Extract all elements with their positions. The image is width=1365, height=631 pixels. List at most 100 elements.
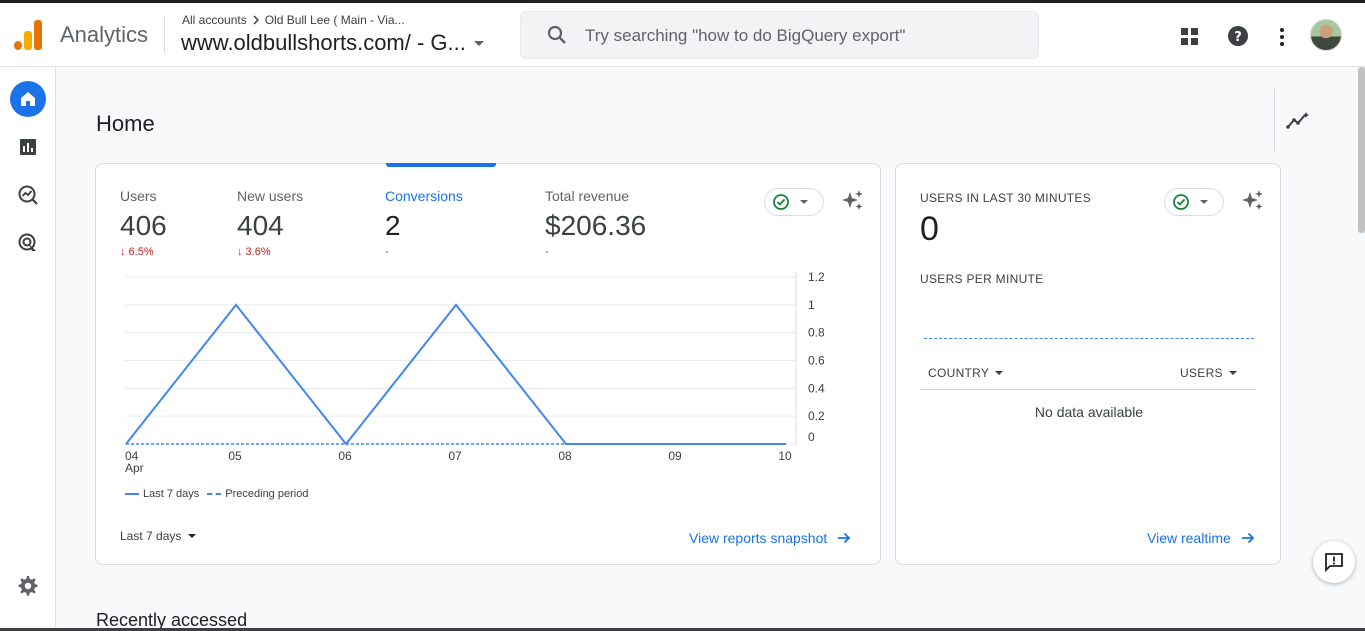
sparkle-icon[interactable] <box>841 189 865 213</box>
legend-last-7-days: Last 7 days <box>143 488 200 500</box>
realtime-title: USERS IN LAST 30 MINUTES <box>920 191 1092 205</box>
account-avatar[interactable] <box>1310 19 1342 51</box>
caret-down-icon <box>188 534 197 538</box>
x-tick-label: 07 <box>448 449 462 463</box>
explore-icon <box>18 185 38 205</box>
users-line-chart[interactable]: 1.210.80.60.40.2004Apr05 06 07 08 09 10 <box>96 264 882 484</box>
divider <box>164 17 165 53</box>
view-reports-snapshot-link[interactable]: View reports snapshot <box>689 530 851 546</box>
column-country[interactable]: COUNTRY <box>928 366 1004 380</box>
link-label: View realtime <box>1147 530 1231 546</box>
view-realtime-link[interactable]: View realtime <box>1147 530 1255 546</box>
metric-value: $206.36 <box>545 210 647 241</box>
realtime-table-header: COUNTRY USERS <box>920 354 1256 390</box>
nav-explore[interactable] <box>10 177 46 213</box>
series-line-last-7-days <box>125 303 786 446</box>
active-tab-indicator <box>386 163 496 167</box>
users-per-minute-label: USERS PER MINUTE <box>920 272 1044 286</box>
check-circle-icon <box>773 194 789 210</box>
nav-advertising[interactable] <box>10 225 46 261</box>
metric-total-revenue[interactable]: Total revenue $206.36 - <box>545 188 646 258</box>
x-tick-sublabel: Apr <box>125 461 144 475</box>
y-tick-label: 0.6 <box>808 354 825 368</box>
metric-delta: ↓ 6.5% <box>120 246 154 258</box>
home-icon <box>21 92 35 106</box>
admin-settings[interactable] <box>17 575 39 602</box>
search-icon <box>547 25 566 44</box>
metric-new-users[interactable]: New users 404 ↓ 3.6% <box>237 188 303 258</box>
legend-preceding-period: Preceding period <box>225 488 309 500</box>
breadcrumb-root[interactable]: All accounts <box>182 13 247 27</box>
bar-chart-icon <box>20 139 36 155</box>
x-tick-label: 05 <box>228 449 242 463</box>
property-selector[interactable]: www.oldbullshorts.com/ - G... <box>181 30 484 56</box>
arrow-right-icon <box>838 532 851 544</box>
advertising-icon <box>18 233 36 251</box>
left-nav <box>0 67 56 631</box>
y-tick-label: 0 <box>808 430 815 444</box>
metric-label: Users <box>120 188 157 204</box>
y-tick-label: 1 <box>808 298 815 312</box>
legend-swatch-dashed <box>207 493 222 495</box>
top-app-bar: Analytics All accounts Old Bull Lee ( Ma… <box>0 0 1365 67</box>
caret-down-icon <box>1228 371 1237 375</box>
help-icon[interactable]: ? <box>1227 25 1249 47</box>
nav-reports[interactable] <box>10 129 46 165</box>
page-scrollbar[interactable] <box>1358 67 1365 233</box>
chevron-right-icon <box>253 15 259 25</box>
caret-down-icon <box>800 200 808 204</box>
caret-down-icon <box>1200 200 1208 204</box>
search-bar[interactable]: Try searching "how to do BigQuery export… <box>520 11 1039 59</box>
realtime-card: USERS IN LAST 30 MINUTES 0 USERS PER MIN… <box>895 163 1281 565</box>
caret-down-icon <box>995 371 1004 375</box>
metric-delta: - <box>385 246 389 258</box>
metric-label: New users <box>237 188 304 204</box>
metric-value: 2 <box>385 210 401 241</box>
y-tick-label: 0.4 <box>808 381 825 395</box>
page-title: Home <box>96 111 155 136</box>
x-tick-label: 10 <box>778 449 792 463</box>
more-vert-icon[interactable] <box>1278 27 1286 47</box>
y-tick-label: 1.2 <box>808 270 825 284</box>
data-quality-button[interactable] <box>764 188 824 216</box>
insights-icon[interactable] <box>1286 111 1310 131</box>
metric-label: Conversions <box>385 188 463 204</box>
metric-delta: ↓ 3.6% <box>237 246 271 258</box>
link-label: View reports snapshot <box>689 530 828 546</box>
x-tick-label: 09 <box>668 449 682 463</box>
y-tick-label: 0.2 <box>808 409 825 423</box>
gear-icon <box>18 576 38 596</box>
metric-conversions[interactable]: Conversions 2 - <box>385 188 463 258</box>
sparkle-icon[interactable] <box>1241 189 1265 213</box>
breadcrumb-account[interactable]: Old Bull Lee ( Main - Via... <box>265 13 405 27</box>
users-per-minute-sparkline <box>924 338 1254 339</box>
feedback-icon <box>1325 553 1343 572</box>
analytics-logo-icon[interactable] <box>14 20 42 50</box>
search-input[interactable]: Try searching "how to do BigQuery export… <box>585 26 905 46</box>
nav-home[interactable] <box>10 81 46 117</box>
metric-users[interactable]: Users 406 ↓ 6.5% <box>120 188 167 258</box>
column-label: USERS <box>1180 366 1223 380</box>
realtime-value: 0 <box>920 210 939 248</box>
check-circle-icon <box>1173 194 1189 210</box>
property-name[interactable]: www.oldbullshorts.com/ - G... <box>181 30 466 56</box>
metric-delta: - <box>545 246 549 258</box>
insights-divider <box>1274 88 1275 153</box>
breadcrumb[interactable]: All accounts Old Bull Lee ( Main - Via..… <box>182 13 405 27</box>
app-name[interactable]: Analytics <box>60 22 148 48</box>
metric-value: 404 <box>237 210 284 241</box>
data-quality-button[interactable] <box>1164 188 1224 216</box>
metric-value: 406 <box>120 210 167 241</box>
x-tick-label: 08 <box>558 449 572 463</box>
x-tick-label: 06 <box>338 449 352 463</box>
apps-grid-icon[interactable] <box>1180 27 1200 47</box>
empty-state: No data available <box>1034 404 1144 420</box>
column-users[interactable]: USERS <box>1180 366 1237 380</box>
arrow-right-icon <box>1241 532 1255 544</box>
column-label: COUNTRY <box>928 366 990 380</box>
date-range-selector[interactable]: Last 7 days <box>120 529 197 543</box>
caret-down-icon <box>473 40 484 46</box>
feedback-button[interactable] <box>1313 541 1355 583</box>
y-tick-label: 0.8 <box>808 326 825 340</box>
chart-legend: Last 7 days Preceding period <box>125 488 308 500</box>
